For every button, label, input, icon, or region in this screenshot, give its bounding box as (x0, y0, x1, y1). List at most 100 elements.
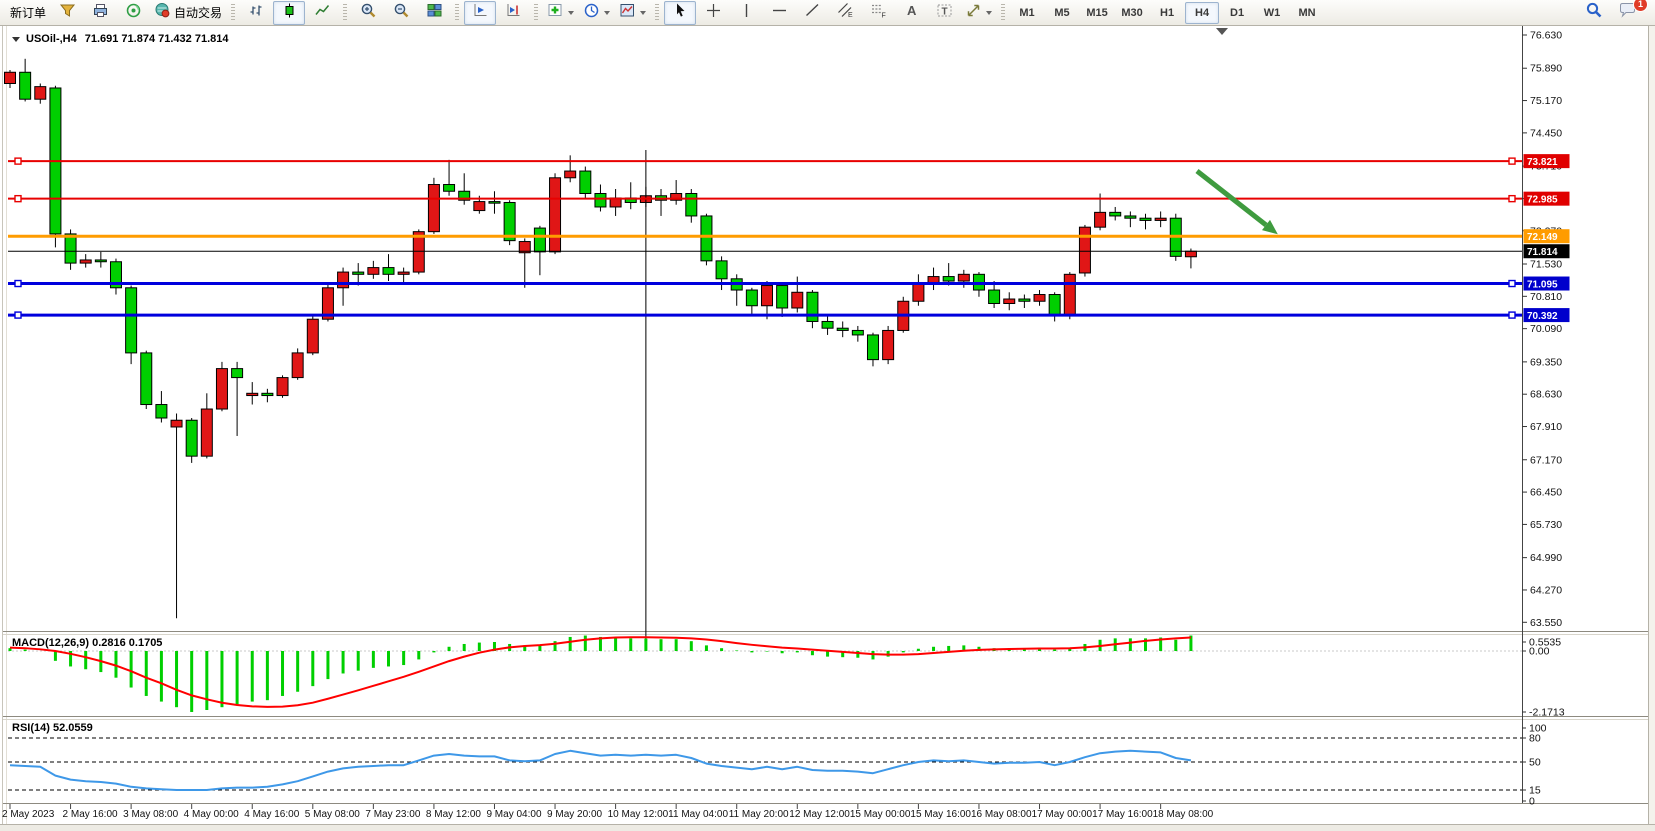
candle-body[interactable] (126, 288, 137, 353)
candle-body[interactable] (701, 216, 712, 261)
tile-windows-button[interactable] (418, 1, 450, 25)
candle-body[interactable] (35, 87, 46, 100)
timeframe-M30[interactable]: M30 (1115, 2, 1149, 24)
candle-body[interactable] (489, 202, 500, 204)
candle-body[interactable] (1185, 251, 1196, 257)
candle-body[interactable] (1019, 299, 1030, 301)
candle-body[interactable] (20, 72, 31, 99)
candlestick-chart-button[interactable] (273, 1, 305, 25)
push-notification-button[interactable] (51, 1, 83, 25)
zoom-in-button[interactable] (352, 1, 384, 25)
timeframe-H4[interactable]: H4 (1185, 2, 1219, 24)
candle-body[interactable] (156, 405, 167, 418)
timeframe-M5[interactable]: M5 (1045, 2, 1079, 24)
auto-scroll-button[interactable] (464, 1, 496, 25)
candle-body[interactable] (1110, 212, 1121, 216)
line-handle[interactable] (15, 196, 21, 202)
line-handle[interactable] (15, 158, 21, 164)
crosshair-button[interactable] (697, 1, 729, 25)
candle-body[interactable] (867, 335, 878, 360)
line-handle[interactable] (1509, 196, 1515, 202)
zoom-out-button[interactable] (385, 1, 417, 25)
candle-body[interactable] (1049, 295, 1060, 315)
candle-body[interactable] (1034, 295, 1045, 302)
candle-body[interactable] (762, 286, 773, 306)
candle-body[interactable] (837, 328, 848, 330)
metaviewer-button[interactable] (117, 1, 149, 25)
candle-body[interactable] (186, 420, 197, 456)
candle-body[interactable] (989, 290, 1000, 303)
candle-body[interactable] (80, 260, 91, 263)
candle-body[interactable] (1125, 216, 1136, 218)
candle-body[interactable] (141, 353, 152, 405)
timeframe-M15[interactable]: M15 (1080, 2, 1114, 24)
candle-body[interactable] (807, 292, 818, 321)
timeframe-D1[interactable]: D1 (1220, 2, 1254, 24)
candle-body[interactable] (307, 319, 318, 353)
candle-body[interactable] (716, 261, 727, 279)
line-handle[interactable] (15, 281, 21, 287)
line-chart-button[interactable] (306, 1, 338, 25)
candle-body[interactable] (580, 171, 591, 193)
chart-canvas[interactable]: 76.63075.89075.17074.45073.71072.99072.2… (0, 26, 1655, 831)
candle-body[interactable] (474, 202, 485, 211)
candle-body[interactable] (444, 185, 455, 192)
candle-body[interactable] (353, 272, 364, 274)
candle-body[interactable] (1064, 274, 1075, 314)
candle-body[interactable] (262, 393, 273, 395)
candle-body[interactable] (368, 268, 379, 275)
candle-body[interactable] (822, 321, 833, 328)
candle-body[interactable] (216, 369, 227, 409)
bar-chart-button[interactable] (240, 1, 272, 25)
candle-body[interactable] (1095, 212, 1106, 227)
candle-body[interactable] (1140, 218, 1151, 220)
candle-body[interactable] (550, 178, 561, 252)
trendline-button[interactable] (796, 1, 828, 25)
timeframe-MN[interactable]: MN (1290, 2, 1324, 24)
timeframe-M1[interactable]: M1 (1010, 2, 1044, 24)
timeframe-W1[interactable]: W1 (1255, 2, 1289, 24)
candle-body[interactable] (534, 228, 545, 252)
line-handle[interactable] (1509, 312, 1515, 318)
candle-body[interactable] (565, 171, 576, 178)
print-button[interactable] (84, 1, 116, 25)
candle-body[interactable] (958, 274, 969, 281)
candle-body[interactable] (383, 268, 394, 275)
line-handle[interactable] (1509, 281, 1515, 287)
add-indicator-button[interactable] (543, 1, 578, 25)
templates-button[interactable] (615, 1, 650, 25)
candle-body[interactable] (777, 286, 788, 308)
candle-body[interactable] (792, 292, 803, 308)
candle-body[interactable] (65, 234, 76, 263)
fibonacci-button[interactable]: F (862, 1, 894, 25)
candle-body[interactable] (913, 283, 924, 301)
candle-body[interactable] (95, 260, 106, 262)
candle-body[interactable] (247, 393, 258, 395)
search-button[interactable] (1578, 1, 1610, 25)
line-handle[interactable] (15, 312, 21, 318)
arrows-button[interactable] (961, 1, 996, 25)
text-label-button[interactable]: T (928, 1, 960, 25)
candle-body[interactable] (201, 409, 212, 456)
timeframe-H1[interactable]: H1 (1150, 2, 1184, 24)
candle-body[interactable] (5, 72, 16, 83)
cursor-button[interactable] (664, 1, 696, 25)
candle-body[interactable] (746, 290, 757, 306)
candle-body[interactable] (428, 185, 439, 232)
candle-body[interactable] (171, 420, 182, 427)
new-order-button[interactable]: 新订单 (6, 1, 50, 25)
candle-body[interactable] (413, 232, 424, 272)
candle-body[interactable] (338, 272, 349, 288)
candle-body[interactable] (852, 330, 863, 334)
candle-body[interactable] (277, 378, 288, 396)
candle-body[interactable] (595, 193, 606, 206)
candle-body[interactable] (686, 193, 697, 215)
candle-body[interactable] (1004, 299, 1015, 303)
candle-body[interactable] (883, 330, 894, 359)
candle-body[interactable] (943, 277, 954, 281)
horizontal-line-button[interactable] (763, 1, 795, 25)
vertical-line-button[interactable] (730, 1, 762, 25)
candle-body[interactable] (1079, 227, 1090, 273)
text-button[interactable]: A (895, 1, 927, 25)
candle-body[interactable] (398, 272, 409, 274)
